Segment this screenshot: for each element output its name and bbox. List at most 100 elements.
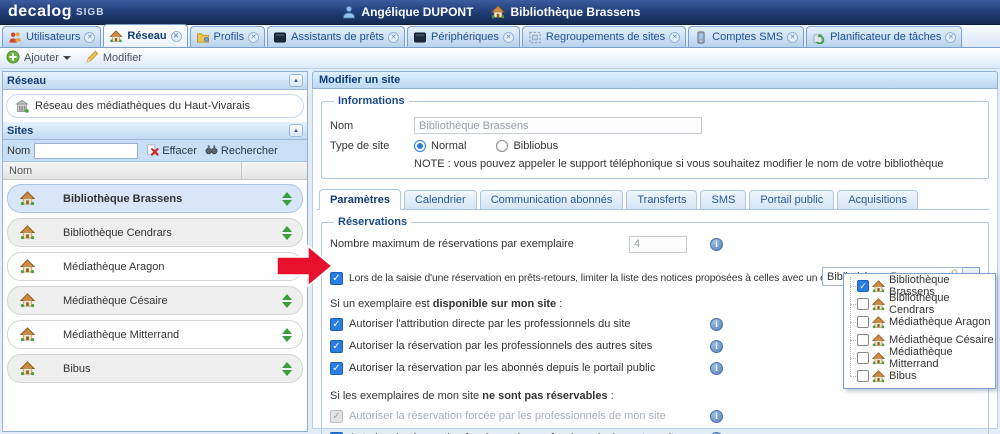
tab-comptes-sms[interactable]: Comptes SMS ✕: [688, 26, 805, 47]
collapse-panel-button[interactable]: ▲: [289, 74, 303, 87]
home-icon: [491, 5, 505, 19]
close-icon[interactable]: ✕: [248, 31, 260, 43]
tab-communication-abonnes[interactable]: Communication abonnés: [479, 190, 624, 209]
home-icon: [20, 361, 35, 376]
info-icon[interactable]: i: [710, 339, 723, 353]
home-icon: [872, 352, 885, 365]
tab-sms[interactable]: SMS: [700, 190, 747, 209]
tab-utilisateurs[interactable]: Utilisateurs ✕: [2, 26, 102, 47]
application-window: decalog SIGB Angélique DUPONT Bibliothèq…: [0, 0, 1000, 434]
site-row-cesaire[interactable]: Médiathèque Césaire: [7, 286, 303, 315]
reorder-arrows-icon[interactable]: [282, 191, 292, 206]
informations-fieldset: Informations Nom Type de site Normal Bib…: [321, 95, 989, 179]
app-logo-suffix: SIGB: [75, 6, 105, 18]
radio-normal-label: Normal: [431, 140, 467, 152]
dropdown-checkbox[interactable]: [857, 370, 869, 382]
tab-regroupements-de-sites[interactable]: Regroupements de sites ✕: [521, 26, 687, 47]
tab-profils[interactable]: Profils ✕: [189, 26, 266, 47]
clear-red-x-icon: [146, 143, 159, 159]
site-row-bibus[interactable]: Bibus: [7, 354, 303, 383]
radio-bibliobus[interactable]: [496, 140, 509, 152]
dropdown-checkbox[interactable]: [857, 298, 869, 310]
check-forcee-autres-sites-row: ✓ Autoriser la réservation forcée par le…: [330, 428, 980, 434]
tab-transferts[interactable]: Transferts: [626, 190, 698, 209]
resa-autres-sites-checkbox[interactable]: ✓: [330, 339, 343, 353]
info-icon[interactable]: i: [710, 361, 723, 375]
home-icon: [872, 334, 885, 347]
dropdown-item-cendrars[interactable]: Bibliothèque Cendrars: [844, 292, 995, 316]
sites-column-header[interactable]: Nom: [3, 162, 307, 180]
home-icon: [20, 327, 35, 342]
site-filter-bar: Nom Effacer Rechercher: [3, 140, 307, 162]
info-icon[interactable]: i: [710, 409, 723, 423]
binoculars-icon: [205, 143, 218, 159]
settings-tab-strip: Paramètres Calendrier Communication abon…: [317, 189, 989, 210]
tab-reseau[interactable]: Réseau ✕: [103, 24, 188, 47]
limit-notices-label: Lors de la saisie d'une réservation en p…: [349, 272, 878, 284]
folder-user-icon: [196, 31, 210, 44]
attribution-directe-checkbox[interactable]: ✓: [330, 317, 343, 331]
close-icon[interactable]: ✕: [84, 31, 96, 43]
tab-planificateur-de-taches[interactable]: Planificateur de tâches ✕: [806, 26, 963, 47]
terminal-icon: [413, 31, 427, 44]
tab-acquisitions[interactable]: Acquisitions: [837, 190, 919, 209]
close-icon[interactable]: ✕: [388, 31, 400, 43]
add-button[interactable]: Ajouter: [6, 50, 71, 67]
tab-parametres[interactable]: Paramètres: [319, 189, 401, 210]
dropdown-checkbox[interactable]: [857, 352, 869, 364]
close-icon[interactable]: ✕: [945, 31, 957, 43]
resa-portail-checkbox[interactable]: ✓: [330, 361, 343, 375]
reorder-arrows-icon[interactable]: [282, 327, 292, 342]
home-icon: [872, 280, 885, 293]
check-forcee-mon-site-row: ✓ Autoriser la réservation forcée par le…: [330, 406, 980, 426]
close-icon[interactable]: ✕: [502, 31, 514, 43]
users-icon: [8, 31, 22, 44]
network-item[interactable]: Réseau des médiathèques du Haut-Vivarais: [6, 94, 304, 118]
collapse-panel-button[interactable]: ▲: [289, 124, 303, 137]
site-name-field: [414, 117, 702, 134]
dropdown-checkbox[interactable]: ✓: [857, 280, 869, 292]
close-icon[interactable]: ✕: [170, 30, 182, 42]
home-icon: [20, 191, 35, 206]
current-site-name: Bibliothèque Brassens: [510, 5, 641, 19]
dropdown-item-aragon[interactable]: Médiathèque Aragon: [844, 313, 995, 331]
site-row-cendrars[interactable]: Bibliothèque Cendrars: [7, 218, 303, 247]
terminal-icon: [273, 31, 287, 44]
site-row-aragon[interactable]: Médiathèque Aragon: [7, 252, 303, 281]
tab-portail-public[interactable]: Portail public: [749, 190, 835, 209]
resa-forcee-mon-site-checkbox: ✓: [330, 409, 343, 423]
reorder-arrows-icon[interactable]: [282, 293, 292, 308]
dropdown-checkbox[interactable]: [857, 334, 869, 346]
home-icon: [109, 30, 123, 43]
tab-calendrier[interactable]: Calendrier: [403, 190, 477, 209]
dropdown-item-mitterrand[interactable]: Médiathèque Mitterrand: [844, 346, 995, 370]
current-site[interactable]: Bibliothèque Brassens: [491, 5, 640, 19]
radio-normal[interactable]: [414, 140, 426, 152]
home-icon: [20, 259, 35, 274]
search-button[interactable]: Rechercher: [205, 143, 278, 159]
dropdown-item-bibus[interactable]: Bibus: [844, 367, 995, 385]
tab-assistants-de-prets[interactable]: Assistants de prêts ✕: [267, 26, 406, 47]
home-icon: [872, 316, 885, 329]
close-icon[interactable]: ✕: [787, 31, 799, 43]
reorder-arrows-icon[interactable]: [282, 225, 292, 240]
reorder-arrows-icon[interactable]: [282, 361, 292, 376]
site-list: Bibliothèque Brassens Bibliothèque Cendr…: [3, 180, 307, 383]
site-name-filter-input[interactable]: [34, 142, 139, 159]
info-icon[interactable]: i: [710, 317, 723, 331]
clear-filter-button[interactable]: Effacer: [146, 143, 197, 159]
current-user-name: Angélique DUPONT: [361, 5, 474, 19]
max-reservations-field: [629, 235, 687, 253]
selection-group-icon: [528, 31, 542, 44]
dropdown-checkbox[interactable]: [857, 316, 869, 328]
max-reservations-row: Nombre maximum de réservations par exemp…: [330, 234, 980, 254]
module-tab-strip: Utilisateurs ✕ Réseau ✕ Profils ✕ Assist…: [0, 24, 1000, 48]
site-row-brassens[interactable]: Bibliothèque Brassens: [7, 184, 303, 213]
close-icon[interactable]: ✕: [669, 31, 681, 43]
modify-button[interactable]: Modifier: [85, 50, 142, 67]
info-icon[interactable]: i: [710, 237, 723, 251]
current-user[interactable]: Angélique DUPONT: [342, 5, 473, 19]
scheduler-icon: [812, 31, 826, 44]
tab-peripheriques[interactable]: Périphériques ✕: [407, 26, 520, 47]
site-row-mitterrand[interactable]: Médiathèque Mitterrand: [7, 320, 303, 349]
